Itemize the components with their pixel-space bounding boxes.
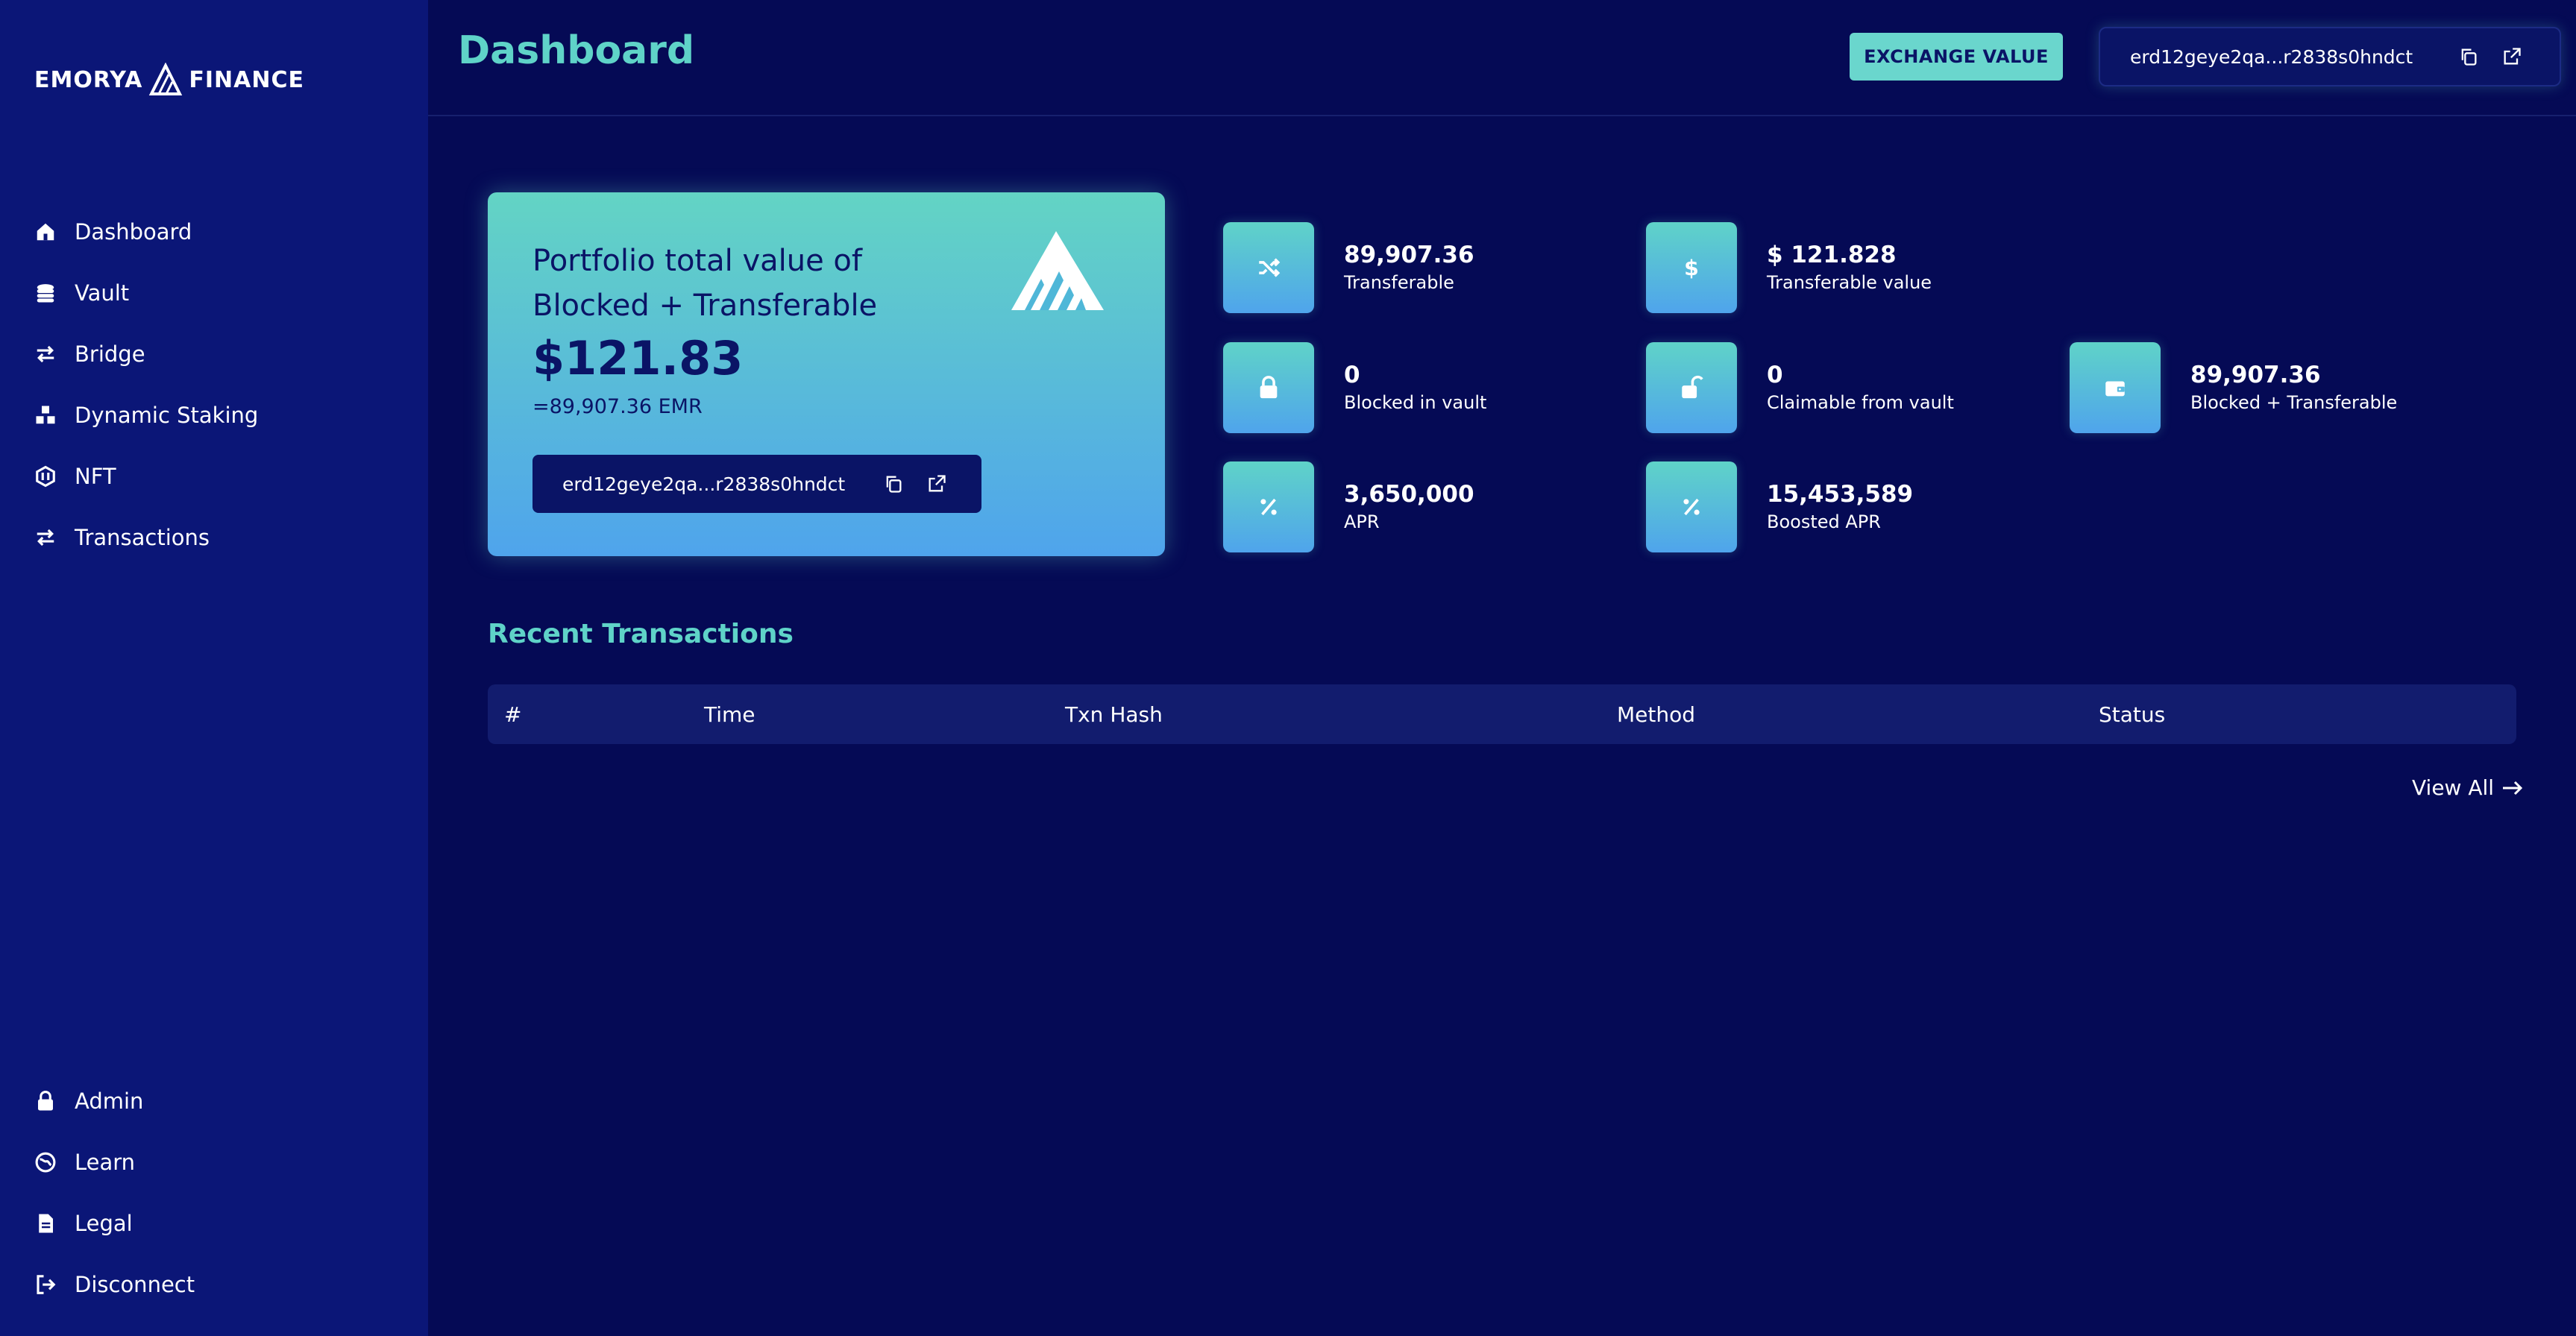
sidebar-item-dashboard[interactable]: Dashboard	[34, 201, 392, 262]
external-link-icon[interactable]	[2501, 46, 2522, 67]
stat-value: 0	[1767, 362, 1783, 388]
view-all-label: View All	[2412, 775, 2495, 800]
column-header-txn-hash[interactable]: Txn Hash	[1065, 684, 1163, 744]
column-header-number[interactable]: #	[504, 684, 521, 744]
stat-label: Blocked + Transferable	[2190, 392, 2398, 413]
stat-value: 89,907.36	[1344, 242, 1474, 268]
sidebar-bottom-nav: Admin Learn Legal Disconnect	[34, 1071, 392, 1315]
cubes-icon	[34, 404, 57, 426]
sidebar-item-bridge[interactable]: Bridge	[34, 324, 392, 385]
logo-text-right: FINANCE	[189, 66, 304, 93]
sidebar-item-nft[interactable]: NFT	[34, 446, 392, 507]
stat-apr: 3,650,000 APR	[1223, 461, 1474, 552]
sign-out-icon	[34, 1273, 57, 1296]
copy-icon[interactable]	[883, 473, 904, 494]
sidebar: EMORYA FINANCE Dashboard Vault Bridge Dy…	[0, 0, 428, 1336]
sidebar-item-label: Dynamic Staking	[75, 403, 259, 428]
portfolio-label: Portfolio total value of Blocked + Trans…	[533, 244, 878, 323]
stat-label: APR	[1344, 511, 1380, 532]
column-header-status[interactable]: Status	[2099, 684, 2165, 744]
sidebar-item-vault[interactable]: Vault	[34, 262, 392, 324]
stat-value: 0	[1344, 362, 1360, 388]
exchange-value-button[interactable]: EXCHANGE VALUE	[1850, 33, 2063, 81]
external-link-icon[interactable]	[926, 473, 947, 494]
wallet-icon	[2070, 342, 2161, 433]
sidebar-item-transactions[interactable]: Transactions	[34, 507, 392, 568]
percent-icon	[1646, 461, 1737, 552]
lock-icon	[1223, 342, 1314, 433]
stat-label: Transferable value	[1767, 272, 1932, 293]
sidebar-nav: Dashboard Vault Bridge Dynamic Staking N…	[34, 201, 392, 568]
swap-arrows-icon	[34, 526, 57, 549]
nft-icon	[34, 465, 57, 488]
sidebar-item-label: Transactions	[75, 525, 210, 550]
portfolio-address: erd12geye2qa...r2838s0hndct	[562, 473, 846, 495]
document-icon	[34, 1212, 57, 1235]
portfolio-value: $121.83	[533, 331, 744, 385]
stat-label: Transferable	[1344, 272, 1454, 293]
sidebar-item-label: Learn	[75, 1150, 136, 1175]
stat-label: Blocked in vault	[1344, 392, 1487, 413]
lock-icon	[34, 1090, 57, 1112]
sidebar-item-label: NFT	[75, 464, 116, 489]
sidebar-item-label: Dashboard	[75, 219, 192, 245]
sidebar-item-label: Legal	[75, 1211, 133, 1236]
sidebar-item-learn[interactable]: Learn	[34, 1132, 392, 1193]
copy-icon[interactable]	[2458, 46, 2479, 67]
sidebar-item-label: Admin	[75, 1088, 144, 1114]
unlock-icon	[1646, 342, 1737, 433]
stat-value: $ 121.828	[1767, 242, 1897, 268]
top-header: Dashboard EXCHANGE VALUE erd12geye2qa...…	[428, 0, 2576, 116]
portfolio-emr-value: =89,907.36 EMR	[533, 395, 703, 418]
dollar-icon: $	[1646, 222, 1737, 313]
page-title: Dashboard	[458, 28, 695, 73]
home-icon	[34, 221, 57, 243]
swap-arrows-icon	[34, 343, 57, 365]
sidebar-item-label: Vault	[75, 280, 130, 306]
stat-label: Claimable from vault	[1767, 392, 1954, 413]
stat-blocked-in-vault: 0 Blocked in vault	[1223, 342, 1486, 433]
globe-icon	[34, 1151, 57, 1173]
stat-value: 15,453,589	[1767, 481, 1914, 508]
arrow-right-icon	[2503, 781, 2523, 795]
column-header-time[interactable]: Time	[704, 684, 755, 744]
stat-transferable-value: $ $ 121.828 Transferable value	[1646, 222, 1932, 313]
column-header-method[interactable]: Method	[1617, 684, 1695, 744]
transactions-table-header: # Time Txn Hash Method Status	[488, 684, 2516, 744]
wallet-address-pill: erd12geye2qa...r2838s0hndct	[2099, 27, 2561, 86]
stat-value: 3,650,000	[1344, 481, 1474, 508]
coins-icon	[34, 282, 57, 304]
recent-transactions-title: Recent Transactions	[488, 619, 794, 649]
shuffle-icon	[1223, 222, 1314, 313]
stat-transferable: 89,907.36 Transferable	[1223, 222, 1474, 313]
percent-icon	[1223, 461, 1314, 552]
portfolio-card: Portfolio total value of Blocked + Trans…	[488, 192, 1165, 556]
svg-text:$: $	[1684, 256, 1699, 280]
wallet-address: erd12geye2qa...r2838s0hndct	[2130, 45, 2413, 68]
stat-boosted-apr: 15,453,589 Boosted APR	[1646, 461, 1913, 552]
sidebar-item-legal[interactable]: Legal	[34, 1193, 392, 1254]
emorya-mark-icon	[1011, 231, 1104, 310]
logo-text-left: EMORYA	[34, 66, 143, 93]
logo-mark-icon	[149, 63, 183, 95]
stat-blocked-plus-transferable: 89,907.36 Blocked + Transferable	[2070, 342, 2397, 433]
stat-claimable-from-vault: 0 Claimable from vault	[1646, 342, 1954, 433]
sidebar-item-label: Bridge	[75, 341, 145, 367]
app-root: EMORYA FINANCE Dashboard Vault Bridge Dy…	[0, 0, 2576, 1336]
view-all-link[interactable]: View All	[2412, 775, 2524, 800]
sidebar-item-admin[interactable]: Admin	[34, 1071, 392, 1132]
stat-value: 89,907.36	[2190, 362, 2321, 388]
sidebar-item-dynamic-staking[interactable]: Dynamic Staking	[34, 385, 392, 446]
sidebar-item-disconnect[interactable]: Disconnect	[34, 1254, 392, 1315]
brand-logo[interactable]: EMORYA FINANCE	[34, 61, 304, 98]
portfolio-address-box: erd12geye2qa...r2838s0hndct	[533, 455, 981, 513]
stat-label: Boosted APR	[1767, 511, 1881, 532]
sidebar-item-label: Disconnect	[75, 1272, 195, 1297]
